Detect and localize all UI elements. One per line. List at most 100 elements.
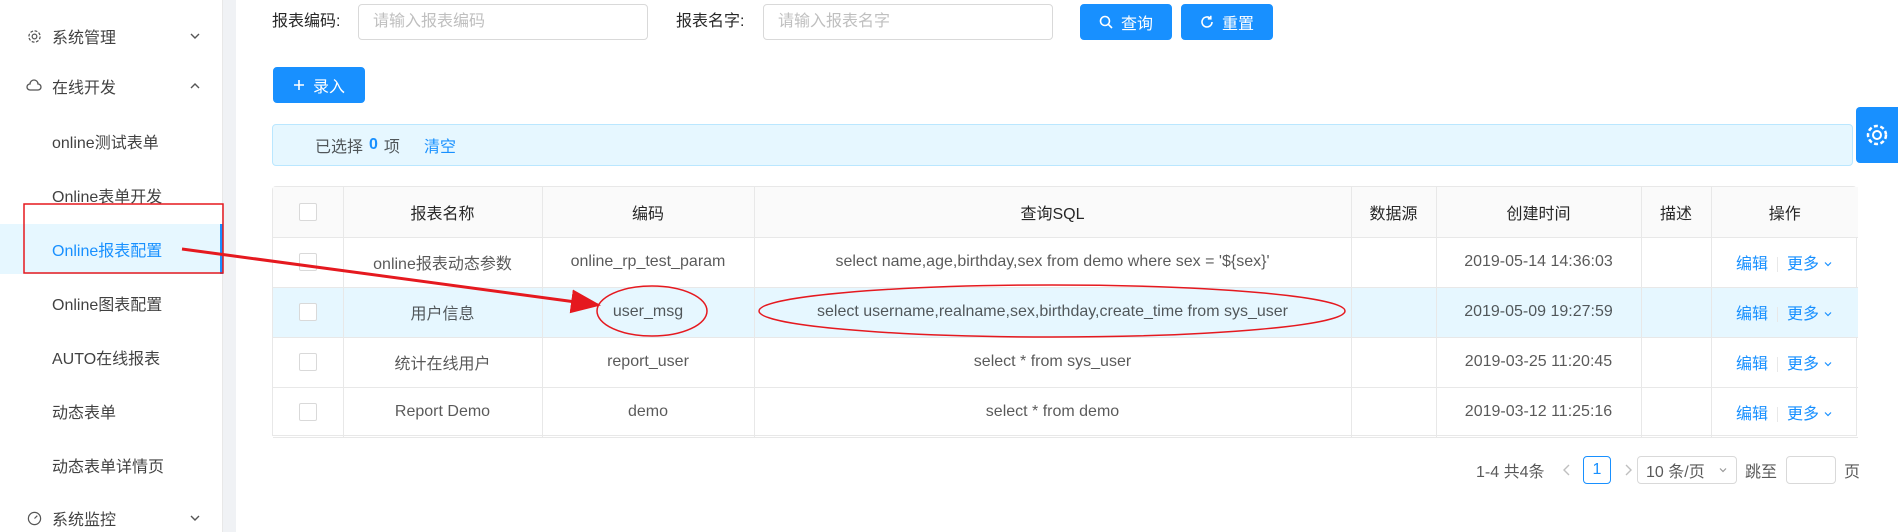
edit-link[interactable]: 编辑 (1736, 256, 1768, 273)
gear-icon (1866, 124, 1888, 146)
more-dropdown[interactable]: 更多 (1787, 306, 1833, 323)
menu-group-online-dev[interactable]: 在线开发 (0, 66, 223, 106)
row-checkbox[interactable] (298, 352, 317, 371)
more-dropdown[interactable]: 更多 (1787, 356, 1833, 373)
prev-page-icon[interactable] (1562, 456, 1572, 484)
more-dropdown[interactable]: 更多 (1787, 406, 1833, 423)
sidebar-item-online-report-config[interactable]: Online报表配置 (0, 224, 223, 274)
select-all-cell (273, 187, 344, 238)
sidebar-item-label: 动态表单详情页 (52, 459, 165, 476)
settings-drawer-button[interactable] (1856, 107, 1898, 163)
sidebar-item-auto-report[interactable]: AUTO在线报表 (0, 332, 223, 382)
datasource-cell (1351, 287, 1437, 338)
report-name-cell: 用户信息 (343, 287, 543, 338)
pagination-total: 1-4 共4条 (1476, 464, 1545, 481)
query-button[interactable]: 查询 (1080, 4, 1172, 40)
selected-count: 0 (369, 136, 378, 153)
column-header[interactable]: 报表名称 (343, 187, 543, 238)
row-checkbox[interactable] (298, 402, 317, 421)
page-number-current[interactable]: 1 (1583, 456, 1611, 484)
more-label: 更多 (1787, 306, 1820, 323)
actions-cell: 编辑 更多 (1711, 387, 1858, 438)
page-size-value: 10 条/页 (1646, 464, 1705, 481)
sql-cell: select name,age,birthday,sex from demo w… (754, 237, 1352, 288)
description-cell (1641, 387, 1712, 438)
select-all-checkbox[interactable] (298, 202, 317, 221)
report-name-input[interactable] (763, 4, 1053, 40)
datasource-cell (1351, 387, 1437, 438)
table-row[interactable]: online报表动态参数 online_rp_test_param select… (273, 237, 1858, 288)
report-code-input[interactable] (358, 4, 648, 40)
created-time-cell: 2019-05-14 14:36:03 (1436, 237, 1642, 288)
sql-cell: select * from sys_user (754, 337, 1352, 388)
alert-prefix: 已选择 (315, 139, 364, 156)
column-header[interactable]: 数据源 (1351, 187, 1437, 238)
chevron-down-icon (1825, 312, 1832, 317)
menu-group-label: 系统管理 (52, 30, 117, 47)
main-content: 报表编码: 报表名字: 查询 重置 录入 已选择 0 项 清空 报表名称 (236, 0, 1898, 532)
menu-group-system-management[interactable]: 系统管理 (0, 16, 223, 56)
report-code-cell: demo (542, 387, 755, 438)
sidebar-item-online-test-form[interactable]: online测试表单 (0, 116, 223, 166)
gear-icon (26, 28, 42, 44)
report-name-cell: online报表动态参数 (343, 237, 543, 288)
column-header[interactable]: 创建时间 (1436, 187, 1642, 238)
edit-link[interactable]: 编辑 (1736, 406, 1768, 423)
table-row[interactable]: 用户信息 user_msg select username,realname,s… (273, 287, 1858, 338)
sidebar-item-label: online测试表单 (52, 135, 159, 152)
column-header[interactable]: 描述 (1641, 187, 1712, 238)
chevron-down-icon (1825, 362, 1832, 367)
sidebar-item-label: 动态表单 (52, 405, 117, 422)
sidebar: 系统管理 在线开发 online测试表单 Online表单开发 Online报表… (0, 0, 223, 532)
chevron-down-icon (1825, 262, 1832, 267)
row-checkbox[interactable] (298, 302, 317, 321)
action-divider (1777, 307, 1779, 323)
sidebar-item-label: Online报表配置 (52, 243, 163, 260)
report-table: 报表名称 编码 查询SQL 数据源 创建时间 描述 操作 online报表动态参… (272, 186, 1858, 438)
jump-page-input[interactable] (1786, 456, 1836, 484)
reload-icon (1201, 15, 1213, 28)
reset-button-label: 重置 (1221, 16, 1254, 33)
report-code-label: 报表编码: (272, 13, 341, 30)
sidebar-item-online-form-dev[interactable]: Online表单开发 (0, 170, 223, 220)
sidebar-item-label: Online表单开发 (52, 189, 163, 206)
selection-alert: 已选择 0 项 清空 (272, 124, 1853, 166)
chevron-down-icon (1719, 468, 1727, 473)
menu-group-system-monitor[interactable]: 系统监控 (0, 498, 223, 532)
datasource-cell (1351, 337, 1437, 388)
column-header[interactable]: 编码 (542, 187, 755, 238)
table-row[interactable]: 统计在线用户 report_user select * from sys_use… (273, 337, 1858, 388)
table-row[interactable]: Report Demo demo select * from demo 2019… (273, 387, 1858, 438)
created-time-cell: 2019-03-25 11:20:45 (1436, 337, 1642, 388)
clear-selection-link[interactable]: 清空 (424, 133, 456, 157)
chevron-down-icon (187, 510, 203, 526)
page-size-select[interactable]: 10 条/页 (1637, 456, 1737, 484)
column-header[interactable]: 查询SQL (754, 187, 1352, 238)
reset-button[interactable]: 重置 (1181, 4, 1273, 40)
search-icon (1099, 15, 1113, 29)
page-suffix: 页 (1844, 464, 1861, 481)
add-button[interactable]: 录入 (273, 67, 365, 103)
next-page-icon[interactable] (1623, 456, 1633, 484)
sidebar-item-dynamic-form-detail[interactable]: 动态表单详情页 (0, 440, 223, 490)
more-dropdown[interactable]: 更多 (1787, 256, 1833, 273)
action-divider (1777, 257, 1779, 273)
report-code-cell: user_msg (542, 287, 755, 338)
more-label: 更多 (1787, 256, 1820, 273)
sidebar-item-dynamic-form[interactable]: 动态表单 (0, 386, 223, 436)
table-header-row: 报表名称 编码 查询SQL 数据源 创建时间 描述 操作 (273, 187, 1858, 238)
created-time-cell: 2019-05-09 19:27:59 (1436, 287, 1642, 338)
menu-group-label: 系统监控 (52, 512, 117, 529)
edit-link[interactable]: 编辑 (1736, 306, 1768, 323)
menu-group-label: 在线开发 (52, 80, 117, 97)
cloud-icon (26, 78, 42, 94)
sidebar-item-label: Online图表配置 (52, 297, 163, 314)
sidebar-item-online-chart-config[interactable]: Online图表配置 (0, 278, 223, 328)
edit-link[interactable]: 编辑 (1736, 356, 1768, 373)
report-name-cell: 统计在线用户 (343, 337, 543, 388)
more-label: 更多 (1787, 406, 1820, 423)
description-cell (1641, 287, 1712, 338)
report-code-cell: report_user (542, 337, 755, 388)
dashboard-icon (26, 510, 42, 526)
row-checkbox[interactable] (298, 252, 317, 271)
